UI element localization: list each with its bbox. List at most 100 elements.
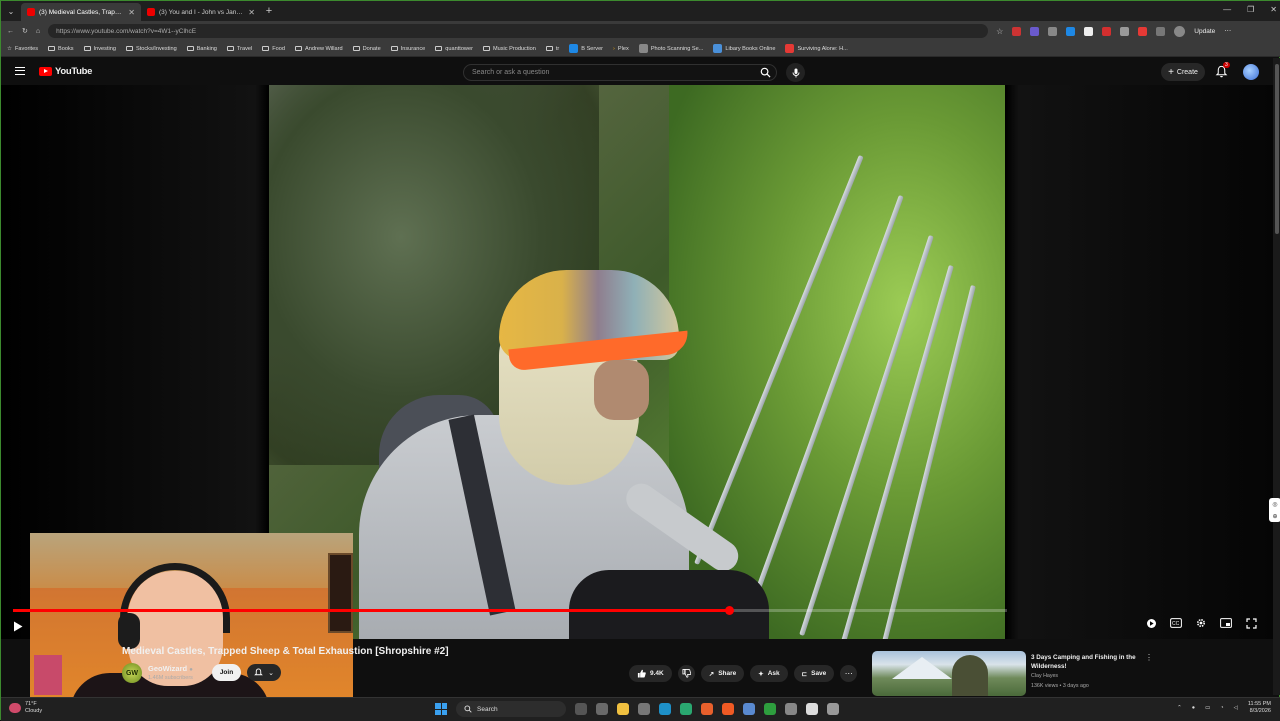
bookmark-donate[interactable]: Donate — [352, 46, 381, 52]
extension-icon[interactable] — [1120, 26, 1130, 36]
bookmark-food[interactable]: Food — [262, 46, 285, 52]
scrollbar-thumb[interactable] — [1275, 64, 1279, 234]
create-button[interactable]: + Create — [1161, 63, 1205, 81]
dislike-button[interactable] — [677, 665, 695, 682]
display-icon[interactable]: ▭ — [1205, 705, 1210, 711]
bookmark-tr[interactable]: tr — [545, 46, 559, 52]
channel-name[interactable]: GeoWizard ● — [148, 664, 193, 673]
back-icon[interactable]: ← — [7, 28, 14, 35]
account-avatar[interactable] — [1243, 64, 1259, 80]
microphone-tray-icon[interactable]: ● — [1192, 705, 1195, 711]
bookmark-photo-scanning[interactable]: Photo Scanning Se... — [638, 44, 703, 53]
new-tab-button[interactable]: + — [261, 5, 277, 17]
subscription-bell-button[interactable]: ⌄ — [247, 664, 281, 681]
brave-icon[interactable] — [722, 703, 734, 715]
close-tab-icon[interactable]: ✕ — [128, 8, 135, 17]
recommended-thumbnail[interactable] — [872, 651, 1026, 696]
settings-button[interactable] — [1195, 617, 1207, 629]
taskbar-search[interactable]: Search — [456, 701, 566, 717]
bookmark-insurance[interactable]: Insurance — [390, 46, 425, 52]
more-actions-button[interactable]: ⋯ — [840, 665, 858, 682]
xbox-icon[interactable] — [764, 703, 776, 715]
extension-icon[interactable] — [1102, 26, 1112, 36]
bookmark-b-server[interactable]: B Server — [569, 44, 603, 53]
play-button[interactable] — [13, 619, 25, 632]
edge-browser-icon[interactable] — [659, 703, 671, 715]
minimize-icon[interactable]: — — [1223, 5, 1231, 14]
save-button[interactable]: ⊏ Save — [793, 665, 835, 682]
search-side-icon[interactable]: ◎ — [1272, 501, 1277, 508]
firefox-icon[interactable] — [701, 703, 713, 715]
tab-you-and-i[interactable]: (3) You and I - John vs Jane LMS | ✕ — [141, 3, 261, 21]
share-button[interactable]: ↗ Share — [700, 665, 745, 682]
extension-icon[interactable] — [1138, 26, 1148, 36]
tab-actions-icon[interactable]: ⌄ — [1, 1, 21, 21]
recommended-video[interactable]: 3 Days Camping and Fishing in the Wilder… — [872, 651, 1153, 696]
url-field[interactable]: https://www.youtube.com/watch?v=4W1--yCl… — [48, 24, 989, 38]
task-view-icon[interactable] — [575, 703, 587, 715]
extension-icon[interactable] — [1048, 26, 1058, 36]
update-button[interactable]: Update — [1194, 28, 1215, 35]
bookmark-andrew-willard[interactable]: Andrew Willard — [295, 46, 343, 52]
more-vertical-icon[interactable]: ⋮ — [1145, 653, 1153, 662]
more-menu-icon[interactable]: ⋯ — [1224, 27, 1231, 35]
bookmark-favorites[interactable]: ☆ Favorites — [7, 46, 38, 52]
volume-icon[interactable]: ◁ — [1234, 705, 1238, 711]
favorite-star-icon[interactable]: ☆ — [996, 27, 1003, 36]
bookmark-surviving-alone[interactable]: Surviving Alone: H... — [785, 44, 848, 53]
voice-search-button[interactable] — [786, 63, 805, 82]
channel-avatar[interactable]: GW — [122, 663, 142, 683]
start-button[interactable] — [435, 703, 447, 715]
bookmark-stocks[interactable]: Stocks/Investing — [125, 46, 177, 52]
calculator-icon[interactable] — [638, 703, 650, 715]
weather-widget[interactable]: 71°F Cloudy — [9, 701, 42, 715]
search-input[interactable]: Search or ask a question — [463, 64, 777, 81]
youtube-logo[interactable]: YouTube — [39, 66, 92, 77]
file-explorer-icon[interactable] — [617, 703, 629, 715]
recommended-title[interactable]: 3 Days Camping and Fishing in the Wilder… — [1031, 653, 1146, 671]
notepad-icon[interactable] — [743, 703, 755, 715]
progress-bar[interactable] — [13, 606, 1007, 615]
recommended-channel[interactable]: Clay Hayes — [1031, 673, 1058, 679]
extension-icon[interactable] — [1066, 26, 1076, 36]
bookmark-books[interactable]: Books — [48, 46, 74, 52]
miniplayer-button[interactable] — [1220, 617, 1232, 629]
extension-icon[interactable] — [1012, 26, 1022, 36]
profile-avatar[interactable] — [1174, 25, 1186, 37]
refresh-icon[interactable]: ↻ — [22, 27, 28, 35]
add-side-icon[interactable]: ⊕ — [1272, 513, 1277, 520]
extension-icon[interactable] — [1084, 26, 1094, 36]
join-button[interactable]: Join — [212, 664, 241, 681]
captions-button[interactable]: CC — [1170, 617, 1182, 629]
close-window-icon[interactable]: ✕ — [1270, 5, 1277, 14]
settings-app-icon[interactable] — [596, 703, 608, 715]
maximize-icon[interactable]: ❐ — [1247, 5, 1254, 14]
like-button[interactable]: 9.4K — [629, 665, 672, 682]
app-icon[interactable] — [827, 703, 839, 715]
menu-icon[interactable] — [15, 67, 25, 75]
close-tab-icon[interactable]: ✕ — [248, 8, 255, 17]
bookmark-music-production[interactable]: Music Production — [482, 46, 536, 52]
app-icon[interactable] — [806, 703, 818, 715]
search-button[interactable] — [754, 64, 776, 81]
bookmark-investing[interactable]: Investing — [83, 46, 116, 52]
bookmark-library-books[interactable]: Libary Books Online — [713, 44, 775, 53]
store-icon[interactable] — [785, 703, 797, 715]
extension-icon[interactable] — [1030, 26, 1040, 36]
chevron-up-icon[interactable]: ⌃ — [1177, 705, 1182, 711]
network-icon[interactable]: ◔ — [1220, 705, 1223, 711]
bookmark-banking[interactable]: Banking — [186, 46, 217, 52]
home-icon[interactable]: ⌂ — [36, 28, 40, 35]
autoplay-toggle[interactable] — [1145, 617, 1157, 629]
video-player[interactable]: CC — [1, 85, 1273, 713]
edge-icon[interactable] — [680, 703, 692, 715]
video-frame[interactable] — [269, 85, 1005, 639]
fullscreen-button[interactable] — [1245, 617, 1257, 629]
bookmark-quanttower[interactable]: quanttower — [435, 46, 473, 52]
bookmark-plex[interactable]: › Plex — [613, 46, 629, 52]
ask-button[interactable]: ✦ Ask — [750, 665, 788, 682]
tab-medieval-castles[interactable]: (3) Medieval Castles, Trapped ✕ — [21, 3, 141, 21]
bookmark-travel[interactable]: Travel — [226, 46, 252, 52]
extension-icon[interactable] — [1156, 26, 1166, 36]
scrubber-handle[interactable] — [724, 606, 734, 615]
